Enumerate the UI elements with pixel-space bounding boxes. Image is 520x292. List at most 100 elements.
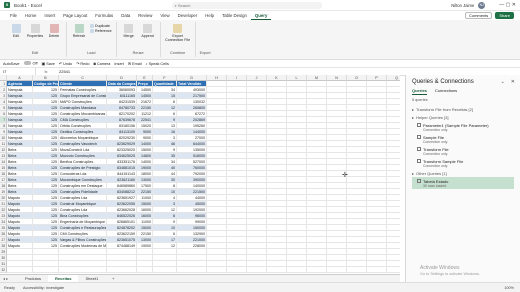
worksheet-grid[interactable]: ABCDEFGHIJKLMNOPQ1AgênciaCódigo de Produ… xyxy=(0,75,400,274)
grid-cell[interactable] xyxy=(7,267,33,273)
duplicate-label: Duplicate xyxy=(95,24,110,28)
tab-connections[interactable]: Connections xyxy=(435,88,457,95)
merge-button[interactable]: Merge xyxy=(121,22,137,51)
menu-data[interactable]: Data xyxy=(117,11,134,20)
pane-options-icon[interactable]: ⌄ xyxy=(501,79,505,85)
query-group[interactable]: ▸ Transform File from Receitas [2] xyxy=(412,105,520,113)
query-icon xyxy=(417,179,421,183)
properties-button[interactable]: Properties xyxy=(27,22,43,51)
query-item[interactable]: Transform File Connection only. xyxy=(412,145,520,157)
status-bar: Ready Accessibility: Investigate 100% xyxy=(0,282,520,292)
query-item[interactable]: Tabela Estado 30 rows loaded. xyxy=(412,177,514,189)
folder-icon: ▸ xyxy=(412,106,415,112)
share-button[interactable]: Share xyxy=(495,12,514,19)
email-icon: ✉ xyxy=(127,62,132,66)
status-ready: Ready xyxy=(4,285,15,290)
query-item[interactable]: Sample File Connection only. xyxy=(412,133,520,145)
delete-button[interactable]: Delete xyxy=(46,22,62,51)
redo-button[interactable]: ↷ Redo xyxy=(76,61,89,66)
grid-cell[interactable] xyxy=(227,267,247,273)
menu-developer[interactable]: Developer xyxy=(174,11,202,20)
query-group[interactable]: ▸ Helper Queries [3] xyxy=(412,113,520,121)
speak-cells-button[interactable]: ♪ Speak Cells xyxy=(146,62,169,66)
save-icon: ▣ xyxy=(41,62,46,66)
refresh-button[interactable]: Refresh xyxy=(71,22,87,51)
camera-button[interactable]: ◙ Camera xyxy=(94,62,111,66)
grid-cell[interactable] xyxy=(267,267,287,273)
reference-button[interactable]: Reference xyxy=(90,29,112,33)
grid-cell[interactable] xyxy=(347,267,367,273)
group-label-reuse: Reuse xyxy=(132,51,144,55)
menu-file[interactable]: File xyxy=(6,11,21,20)
fx-icon[interactable]: fx xyxy=(36,69,56,74)
ribbon: Edit Properties Delete Edit Refresh Dupl… xyxy=(0,20,520,60)
grid-cell[interactable] xyxy=(307,267,327,273)
query-item[interactable]: Parameter1 (Sample File Parameter) Connec… xyxy=(412,121,520,133)
toggle-icon xyxy=(24,61,32,65)
accessibility-status[interactable]: Accessibility: Investigate xyxy=(23,286,64,290)
refresh-label: Refresh xyxy=(72,34,86,38)
grid-cell[interactable] xyxy=(137,267,153,273)
query-status: 30 rows loaded. xyxy=(423,183,447,188)
query-text: Other Queries [1] xyxy=(416,171,447,176)
export-connection-button[interactable]: Export Connection File xyxy=(165,22,191,51)
grid-cell[interactable] xyxy=(247,267,267,273)
formula-input[interactable]: 22541 xyxy=(56,69,70,74)
grid-cell[interactable] xyxy=(287,267,307,273)
grid-cell[interactable] xyxy=(207,267,227,273)
menu-page-layout[interactable]: Page Layout xyxy=(59,11,91,20)
quick-access-toolbar: AutoSave Off ▣ Save ↶ Undo ↷ Redo ◙ Came… xyxy=(0,60,520,68)
duplicate-button[interactable]: Duplicate xyxy=(90,24,112,28)
query-text: Transform File Connection only. xyxy=(423,147,449,156)
grid-cell[interactable] xyxy=(107,267,137,273)
grid-cell[interactable] xyxy=(387,267,400,273)
menu-help[interactable]: Help xyxy=(201,11,218,20)
avatar[interactable]: NJ xyxy=(478,1,486,9)
query-name: Transform File from Receitas [2] xyxy=(416,106,473,112)
comments-button[interactable]: Comments xyxy=(464,12,493,19)
close-icon[interactable]: ✕ xyxy=(511,79,515,85)
insert-button[interactable]: Insert xyxy=(114,62,124,66)
activate-sub: Go to Settings to activate Windows. xyxy=(420,272,480,276)
grid-cell[interactable] xyxy=(327,267,347,273)
redo-icon: ↷ xyxy=(76,62,80,66)
query-item[interactable]: Transform Sample File Connection only. xyxy=(412,157,520,169)
query-text: Helper Queries [3] xyxy=(416,115,448,120)
autosave-toggle[interactable]: Off xyxy=(23,61,38,66)
email-button[interactable]: ✉ Email xyxy=(128,61,142,66)
autosave-label: AutoSave xyxy=(3,61,20,66)
query-status: Connection only. xyxy=(423,163,449,168)
user-name[interactable]: Nilton Jaime xyxy=(451,3,474,8)
save-label: Save xyxy=(46,62,55,66)
menu-insert[interactable]: Insert xyxy=(40,11,59,20)
grid-cell[interactable] xyxy=(367,267,387,273)
undo-button[interactable]: ↶ Undo xyxy=(59,61,72,66)
zoom-level[interactable]: 100% xyxy=(504,286,514,290)
pane-tabs: Queries Connections xyxy=(406,88,520,95)
save-button[interactable]: ▣ Save xyxy=(42,61,55,66)
sheet-nav-icon[interactable]: ◂ ▸ xyxy=(0,276,18,281)
query-icon xyxy=(417,147,421,151)
cursor-icon: ✛ xyxy=(342,172,348,179)
menu-home[interactable]: Home xyxy=(21,11,40,20)
menu-review[interactable]: Review xyxy=(134,11,156,20)
grid-cell[interactable] xyxy=(177,267,207,273)
menu-table-design[interactable]: Table Design xyxy=(218,11,251,20)
grid-cell[interactable] xyxy=(153,267,177,273)
menu-query[interactable]: Query xyxy=(250,11,272,20)
edit-label: Edit xyxy=(12,34,20,38)
tab-queries[interactable]: Queries xyxy=(412,88,427,95)
menu-formulas[interactable]: Formulas xyxy=(91,11,117,20)
row-header[interactable]: 32 xyxy=(0,267,7,273)
menu-view[interactable]: View xyxy=(156,11,173,20)
grid-cell[interactable] xyxy=(33,267,59,273)
window-controls[interactable]: — ▢ ✕ xyxy=(499,2,516,8)
ribbon-group-combine: Export Connection File Combine xyxy=(161,22,196,57)
grid-cell[interactable] xyxy=(59,267,107,273)
search-box[interactable]: ⌕ Search xyxy=(171,1,322,9)
edit-button[interactable]: Edit xyxy=(8,22,24,51)
append-button[interactable]: Append xyxy=(140,22,156,51)
query-group[interactable]: ▸ Other Queries [1] xyxy=(412,169,520,177)
camera-label: Camera xyxy=(96,61,111,66)
group-label-export: Export xyxy=(199,51,211,55)
